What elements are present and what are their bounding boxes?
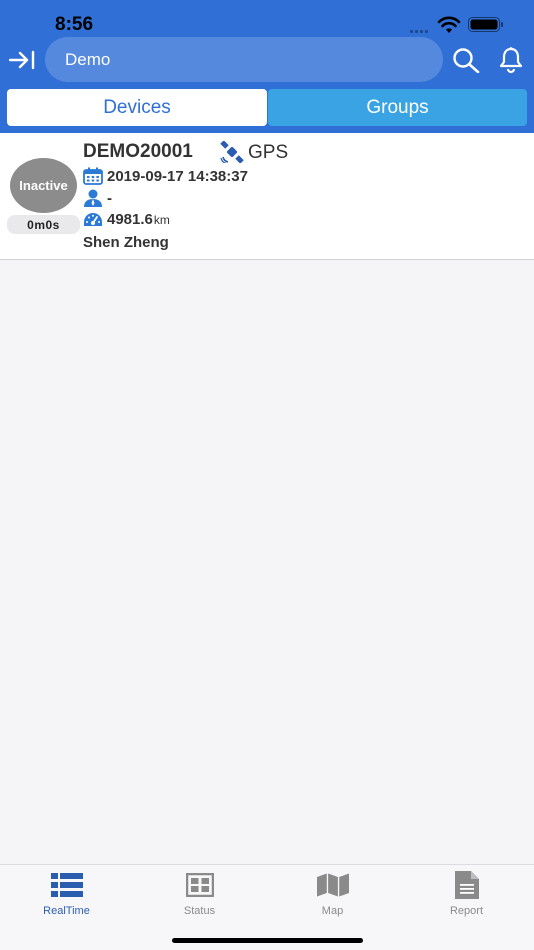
device-name: DEMO20001 [83,141,193,162]
list-icon [50,871,83,899]
tab-report[interactable]: Report [400,871,533,919]
tab-realtime-label: RealTime [43,905,90,917]
tab-map[interactable]: Map [266,871,399,919]
device-driver: - [107,189,112,207]
device-driver-row: - [83,189,112,207]
device-mileage-row: 4981.6 km [83,211,170,228]
location-source: GPS [248,142,289,163]
status-time: 8:56 [55,14,94,35]
notification-bell-icon[interactable] [497,46,525,74]
search-field[interactable]: Demo [45,37,443,82]
device-datetime-row: 2019-09-17 14:38:37 [83,167,248,185]
grid-icon [184,871,216,899]
device-datetime: 2019-09-17 14:38:37 [107,167,248,185]
app-header: 8:56 Demo Devices Groups [0,0,534,133]
driver-icon [84,189,102,207]
mileage-unit: km [153,212,170,227]
collapse-sidebar-icon[interactable] [9,49,37,71]
status-duration: 0m0s [7,215,80,234]
device-mileage: 4981.6 [107,211,153,228]
report-icon [451,871,483,899]
tab-map-label: Map [321,905,344,917]
satellite-icon [220,141,244,163]
status-badge: Inactive [10,158,77,213]
cellular-signal-icon [410,27,432,33]
devices-groups-segmented-control: Devices Groups [0,89,534,127]
wifi-icon [437,16,461,33]
search-field-text: Demo [65,50,111,69]
map-icon [316,871,349,899]
tab-report-label: Report [449,905,484,917]
tab-status-label: Status [183,905,216,917]
status-bar: 8:56 [0,0,534,40]
calendar-icon [83,167,103,185]
search-icon[interactable] [451,47,481,73]
tab-realtime[interactable]: RealTime [0,871,133,919]
bottom-tab-bar: RealTime Status Map Report [0,864,534,950]
tab-devices[interactable]: Devices [7,89,267,126]
tab-status[interactable]: Status [133,871,266,919]
home-indicator [172,938,363,943]
battery-icon [468,17,503,32]
nav-row: Demo [0,36,534,84]
device-list-item[interactable]: Inactive 0m0s DEMO20001 GPS 2019-09-17 1… [0,133,534,260]
device-location: Shen Zheng [83,234,169,251]
speedometer-icon [84,212,102,226]
tab-groups[interactable]: Groups [268,89,527,126]
